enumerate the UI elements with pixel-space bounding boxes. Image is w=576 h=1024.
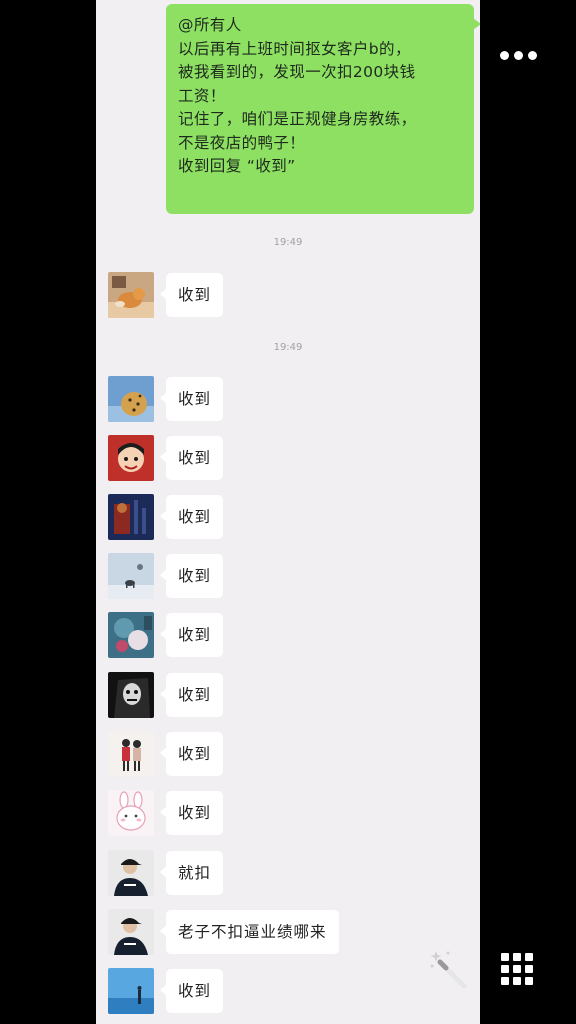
message-row: 收到 xyxy=(108,553,468,601)
cheetah-avatar[interactable] xyxy=(108,376,154,422)
message-bubble[interactable]: 收到 xyxy=(159,673,224,717)
magic-wand-icon[interactable] xyxy=(428,948,470,990)
bunny-avatar[interactable] xyxy=(108,790,154,836)
message-row: 就扣 xyxy=(108,850,468,898)
more-dots-icon[interactable] xyxy=(496,44,540,68)
screen: @所有人 以后再有上班时间抠女客户b的， 被我看到的，发现一次扣200块钱 工资… xyxy=(0,0,576,1024)
dog-avatar[interactable] xyxy=(108,272,154,318)
self-message-line: 工资！ xyxy=(178,86,226,105)
message-row: 收到 xyxy=(108,731,468,779)
message-row: 收到 xyxy=(108,612,468,660)
message-bubble[interactable]: 就扣 xyxy=(159,851,224,895)
cartoon-boy-avatar[interactable] xyxy=(108,435,154,481)
message-bubble[interactable]: 老子不扣逼业绩哪来 xyxy=(160,910,339,954)
self-message-line: @所有人 xyxy=(178,16,242,34)
message-bubble[interactable]: 收到 xyxy=(159,554,224,598)
message-bubble[interactable]: 收到 xyxy=(159,791,224,835)
self-message-line: 不是夜店的鸭子！ xyxy=(178,133,306,152)
message-bubble[interactable]: 收到 xyxy=(159,273,224,317)
timestamp: 19:49 xyxy=(273,237,303,248)
self-message-bubble[interactable]: @所有人 以后再有上班时间抠女客户b的， 被我看到的，发现一次扣200块钱 工资… xyxy=(166,4,480,214)
message-bubble[interactable]: 收到 xyxy=(159,436,224,480)
message-row: 老子不扣逼业绩哪来 xyxy=(108,909,468,957)
chat-panel[interactable]: @所有人 以后再有上班时间抠女客户b的， 被我看到的，发现一次扣200块钱 工资… xyxy=(96,0,480,1024)
message-bubble[interactable]: 收到 xyxy=(159,377,224,421)
elephant-sky-avatar[interactable] xyxy=(108,553,154,599)
blue-sea-avatar[interactable] xyxy=(108,968,154,1014)
message-bubble[interactable]: 收到 xyxy=(159,969,224,1013)
man-cap-avatar[interactable] xyxy=(108,909,154,955)
message-row: 收到 xyxy=(108,968,468,1016)
message-row: 收到 xyxy=(108,272,468,320)
blue-photo-avatar[interactable] xyxy=(108,612,154,658)
message-bubble[interactable]: 收到 xyxy=(159,613,224,657)
self-message-line: 被我看到的，发现一次扣200块钱 xyxy=(178,63,416,81)
self-message-line: 记住了，咱们是正规健身房教练， xyxy=(178,110,417,128)
message-row: 收到 xyxy=(108,672,468,720)
message-row: 收到 xyxy=(108,790,468,838)
message-bubble[interactable]: 收到 xyxy=(159,732,224,776)
message-row: 收到 xyxy=(108,494,468,542)
grid-icon[interactable] xyxy=(500,952,534,986)
message-row: 收到 xyxy=(108,435,468,483)
self-message-line: 以后再有上班时间抠女客户b的， xyxy=(178,39,411,58)
couple-avatar[interactable] xyxy=(108,731,154,777)
message-bubble[interactable]: 收到 xyxy=(159,495,224,539)
black-white-sketch-avatar[interactable] xyxy=(108,672,154,718)
self-message-line: 收到回复 “收到” xyxy=(178,157,296,175)
message-row: 收到 xyxy=(108,376,468,424)
timestamp: 19:49 xyxy=(273,342,303,353)
dark-poster-avatar[interactable] xyxy=(108,494,154,540)
man-cap-avatar[interactable] xyxy=(108,850,154,896)
